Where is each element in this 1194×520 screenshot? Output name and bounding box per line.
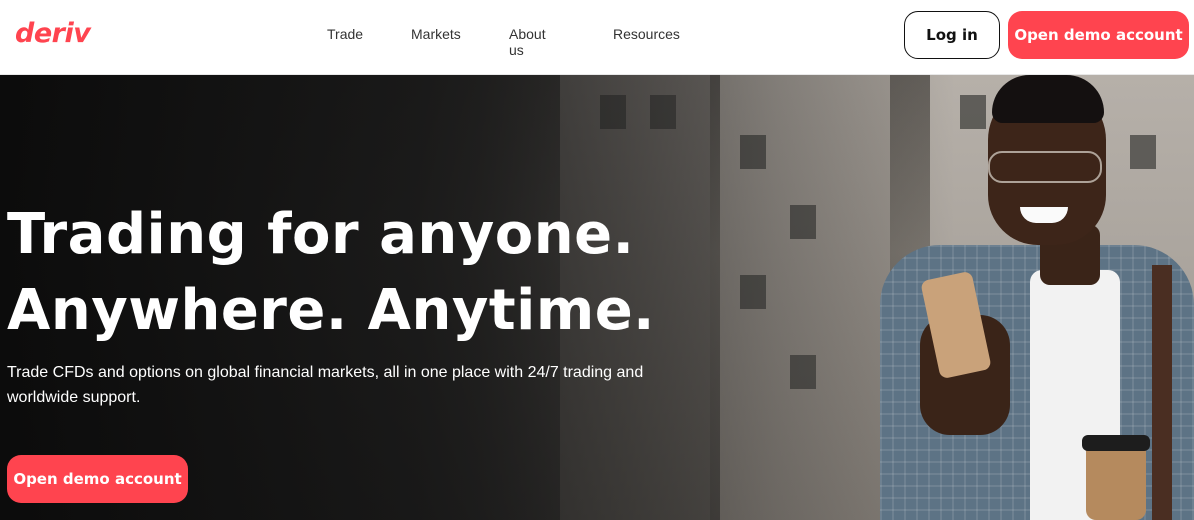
open-demo-account-header-button[interactable]: Open demo account — [1008, 11, 1189, 59]
glasses-icon — [988, 151, 1102, 183]
hero-title-line-2: Anywhere. Anytime. — [7, 278, 655, 343]
coffee-cup-icon — [1086, 445, 1146, 520]
nav-item-about-us[interactable]: About us — [509, 26, 546, 58]
hero-title: Trading for anyone. Anywhere. Anytime. — [7, 197, 707, 349]
site-header: deriv Trade Markets About us Resources L… — [0, 0, 1194, 75]
hero-section: Trading for anyone. Anywhere. Anytime. T… — [0, 75, 1194, 520]
hair — [992, 75, 1104, 123]
open-demo-account-hero-button[interactable]: Open demo account — [7, 455, 188, 503]
bag-strap — [1152, 265, 1172, 520]
hero-title-line-1: Trading for anyone. — [7, 202, 635, 267]
hero-subtitle: Trade CFDs and options on global financi… — [7, 364, 644, 406]
deriv-logo[interactable]: deriv — [15, 18, 91, 49]
login-button[interactable]: Log in — [904, 11, 1000, 59]
nav-item-trade[interactable]: Trade — [327, 26, 363, 42]
man-using-phone-illustration — [860, 75, 1194, 520]
nav-item-resources[interactable]: Resources — [613, 26, 680, 42]
nav-item-markets[interactable]: Markets — [411, 26, 461, 42]
coffee-cup-lid — [1082, 435, 1150, 451]
